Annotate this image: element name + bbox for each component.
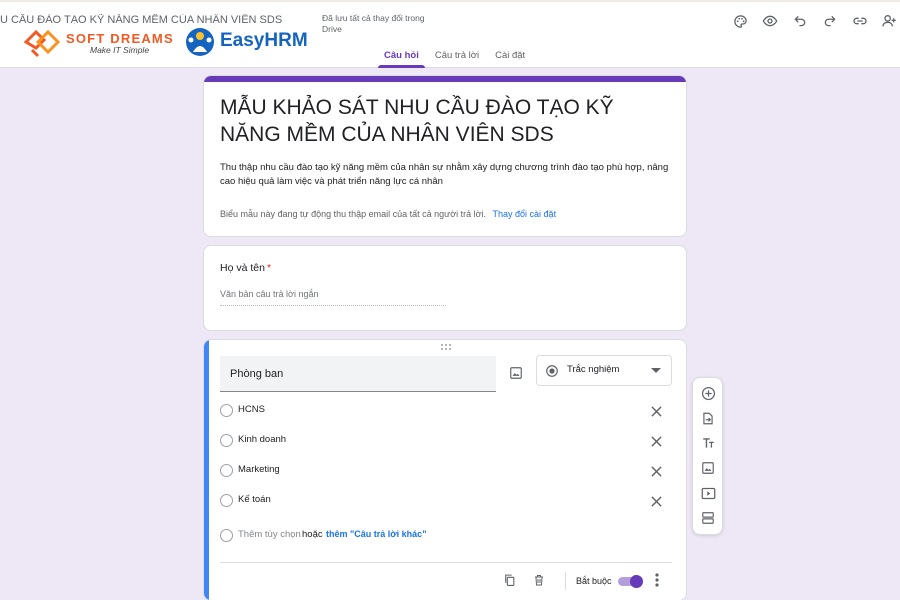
add-title-icon[interactable]	[700, 435, 716, 451]
softdreams-logo-icon	[23, 29, 61, 58]
option-row: HCNS	[220, 400, 672, 422]
option-label[interactable]: HCNS	[238, 404, 265, 415]
softdreams-name: SOFT DREAMS	[66, 31, 174, 46]
form-title[interactable]: MẪU KHẢO SÁT NHU CẦU ĐÀO TẠO KỸ NĂNG MỀM…	[220, 94, 660, 148]
active-question-indicator	[204, 340, 209, 600]
question-label: Họ và tên *	[220, 262, 271, 274]
dropdown-caret-icon	[651, 368, 661, 373]
link-icon[interactable]	[851, 12, 869, 30]
question-footer-divider	[220, 562, 672, 563]
duplicate-icon[interactable]	[501, 572, 517, 588]
required-asterisk: *	[266, 262, 272, 274]
short-answer-placeholder: Văn bản câu trả lời ngắn	[220, 289, 446, 306]
question-card-department[interactable]: Phòng ban Trắc nghiệm HCNS Kinh doanh Ma…	[203, 339, 687, 600]
required-toggle[interactable]	[618, 575, 643, 588]
drag-handle-icon[interactable]	[440, 343, 452, 351]
add-option-button[interactable]: Thêm tùy chọn	[238, 529, 301, 540]
title-accent-bar	[204, 76, 686, 82]
remove-option-icon[interactable]	[648, 463, 664, 479]
form-description[interactable]: Thu thập nhu cầu đào tạo kỹ năng mềm của…	[220, 161, 670, 189]
toggle-knob	[630, 575, 643, 588]
preview-icon[interactable]	[761, 12, 779, 30]
or-text: hoặc	[302, 529, 323, 540]
option-radio-icon	[220, 404, 233, 417]
tab-responses[interactable]: Câu trả lời	[427, 44, 487, 68]
form-tabs: Câu hỏi Câu trả lời Cài đặt	[376, 44, 533, 68]
add-section-icon[interactable]	[700, 510, 716, 526]
add-question-icon[interactable]	[700, 385, 716, 401]
option-radio-icon	[220, 529, 233, 542]
easyhrm-logo: EasyHRM	[182, 24, 316, 60]
option-label[interactable]: Marketing	[238, 464, 280, 475]
question-type-select[interactable]: Trắc nghiệm	[536, 355, 672, 386]
option-radio-icon	[220, 494, 233, 507]
remove-option-icon[interactable]	[648, 433, 664, 449]
remove-option-icon[interactable]	[648, 403, 664, 419]
remove-option-icon[interactable]	[648, 493, 664, 509]
softdreams-logo: SOFT DREAMS Make IT Simple	[22, 24, 174, 60]
radio-button-icon	[546, 365, 558, 377]
question-title-input[interactable]: Phòng ban	[220, 356, 496, 392]
top-strip	[0, 0, 900, 2]
option-row: Kế toán	[220, 490, 672, 512]
question-card-name[interactable]: Họ và tên * Văn bản câu trả lời ngắn	[203, 245, 687, 331]
form-title-card[interactable]: MẪU KHẢO SÁT NHU CẦU ĐÀO TẠO KỸ NĂNG MỀM…	[203, 75, 687, 237]
option-radio-icon	[220, 464, 233, 477]
option-label[interactable]: Kế toán	[238, 494, 271, 505]
palette-icon[interactable]	[731, 12, 749, 30]
add-video-icon[interactable]	[700, 485, 716, 501]
question-type-label: Trắc nghiệm	[567, 364, 620, 375]
delete-icon[interactable]	[531, 572, 547, 588]
option-row: Marketing	[220, 460, 672, 482]
option-row: Kinh doanh	[220, 430, 672, 452]
floating-toolbar	[692, 377, 723, 535]
email-collection-note: Biểu mẫu này đang tự động thu thập email…	[220, 209, 556, 219]
save-status: Đã lưu tất cả thay đổi trong Drive	[322, 13, 425, 34]
easyhrm-name: EasyHRM	[220, 30, 308, 51]
import-questions-icon[interactable]	[700, 410, 716, 426]
email-note-text: Biểu mẫu này đang tự động thu thập email…	[220, 209, 487, 219]
add-other-answer-link[interactable]: thêm "Câu trả lời khác"	[326, 529, 426, 539]
tab-settings[interactable]: Cài đặt	[487, 44, 533, 68]
required-label: Bắt buộc	[576, 576, 612, 586]
add-image-icon[interactable]	[506, 363, 526, 383]
easyhrm-logo-icon	[186, 28, 214, 56]
change-settings-link[interactable]: Thay đổi cài đặt	[493, 209, 557, 219]
footer-separator	[565, 572, 566, 590]
redo-icon[interactable]	[821, 12, 839, 30]
add-collaborator-icon[interactable]	[880, 12, 898, 30]
option-label[interactable]: Kinh doanh	[238, 434, 286, 445]
question-label-text: Họ và tên	[220, 262, 265, 274]
option-radio-icon	[220, 434, 233, 447]
softdreams-tagline: Make IT Simple	[90, 45, 150, 55]
more-options-icon[interactable]	[649, 572, 665, 588]
app-header: U CẦU ĐÀO TẠO KỸ NĂNG MỀM CỦA NHÂN VIÊN …	[0, 0, 900, 68]
undo-icon[interactable]	[791, 12, 809, 30]
tab-questions[interactable]: Câu hỏi	[376, 44, 427, 68]
add-image-icon[interactable]	[700, 460, 716, 476]
add-option-row: Thêm tùy chọn hoặc thêm "Câu trả lời khá…	[220, 525, 672, 547]
